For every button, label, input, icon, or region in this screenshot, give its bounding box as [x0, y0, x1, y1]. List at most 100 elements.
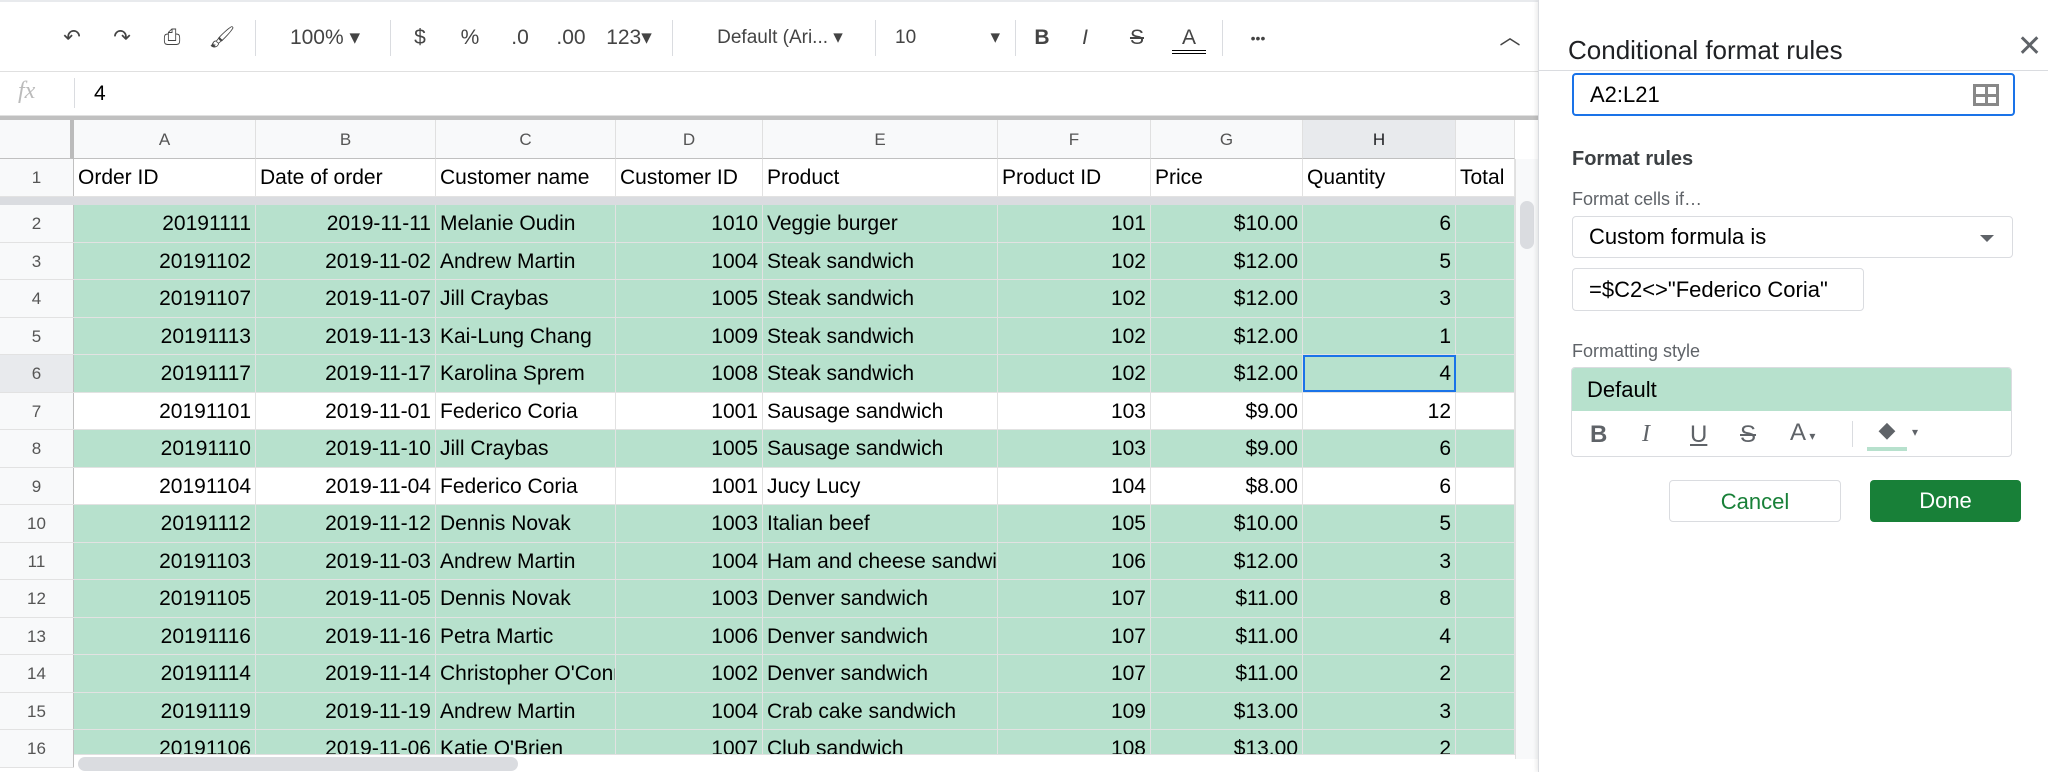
row-header[interactable]: 16	[0, 730, 74, 767]
select-range-grid-icon[interactable]	[1973, 84, 1999, 106]
column-header-f[interactable]: F	[998, 120, 1151, 159]
row-header[interactable]: 9	[0, 467, 74, 504]
cell[interactable]: 1006	[616, 617, 763, 654]
cell[interactable]: 6	[1303, 430, 1456, 467]
cell[interactable]: 20191102	[74, 242, 256, 279]
column-title[interactable]: Date of order	[256, 159, 436, 196]
cell[interactable]: $12.00	[1151, 542, 1303, 579]
cell[interactable]: 3	[1303, 280, 1456, 317]
row-header[interactable]: 12	[0, 580, 74, 617]
cell[interactable]: $11.00	[1151, 617, 1303, 654]
cell[interactable]: 1001	[616, 392, 763, 429]
cell[interactable]: Federico Coria	[436, 392, 616, 429]
column-header-a[interactable]: A	[74, 120, 256, 159]
custom-formula-input[interactable]: =$C2<>"Federico Coria"	[1572, 268, 1864, 311]
cell[interactable]: 1002	[616, 655, 763, 692]
cell[interactable]: $11.00	[1151, 580, 1303, 617]
cell[interactable]: Steak sandwich	[763, 355, 998, 392]
cell[interactable]: 20191103	[74, 542, 256, 579]
redo-icon[interactable]: ↷	[105, 20, 139, 56]
cell[interactable]: 103	[998, 430, 1151, 467]
cell[interactable]: 20191112	[74, 505, 256, 542]
cell[interactable]: 2019-11-05	[256, 580, 436, 617]
cell[interactable]: 20191119	[74, 692, 256, 729]
cell[interactable]: 2019-11-11	[256, 205, 436, 242]
row-header[interactable]: 11	[0, 542, 74, 579]
increase-decimal-button[interactable]: .00	[550, 20, 592, 56]
cell[interactable]: 12	[1303, 392, 1456, 429]
cancel-button[interactable]: Cancel	[1669, 480, 1841, 522]
cell[interactable]: 5	[1303, 242, 1456, 279]
row-header[interactable]: 6	[0, 355, 74, 392]
column-title[interactable]: Total	[1456, 159, 1515, 196]
cell[interactable]: 20191105	[74, 580, 256, 617]
zoom-select[interactable]: 100% ▾	[280, 20, 370, 56]
cell[interactable]: 109	[998, 692, 1151, 729]
cell[interactable]: $10.00	[1151, 205, 1303, 242]
cell[interactable]: 1001	[616, 467, 763, 504]
cell[interactable]: 5	[1303, 505, 1456, 542]
cell[interactable]: Andrew Martin	[436, 542, 616, 579]
cell[interactable]: 2019-11-14	[256, 655, 436, 692]
cell[interactable]	[1456, 392, 1515, 429]
collapse-chevron-icon[interactable]: ︿	[1495, 20, 1525, 56]
cell[interactable]: 20191104	[74, 467, 256, 504]
selected-cell[interactable]: 4	[1303, 355, 1456, 392]
cell[interactable]: 102	[998, 355, 1151, 392]
cell[interactable]	[1456, 505, 1515, 542]
cell[interactable]: 20191114	[74, 655, 256, 692]
row-header[interactable]: 5	[0, 317, 74, 354]
style-preview[interactable]: Default	[1572, 368, 2011, 411]
column-title[interactable]: Order ID	[74, 159, 256, 196]
cell[interactable]: Steak sandwich	[763, 280, 998, 317]
cell[interactable]: 2019-11-03	[256, 542, 436, 579]
cell[interactable]: $12.00	[1151, 355, 1303, 392]
cell[interactable]	[1456, 205, 1515, 242]
style-italic-button[interactable]: I	[1642, 421, 1650, 448]
cell[interactable]: 20191110	[74, 430, 256, 467]
cell[interactable]	[1456, 542, 1515, 579]
cell[interactable]: Melanie Oudin	[436, 205, 616, 242]
horizontal-scroll-thumb[interactable]	[78, 757, 518, 771]
style-underline-button[interactable]: U	[1690, 421, 1707, 449]
font-size-select[interactable]: 10 ▾	[895, 20, 1000, 56]
currency-button[interactable]: $	[405, 20, 435, 56]
cell[interactable]: 2019-11-13	[256, 317, 436, 354]
style-bold-button[interactable]: B	[1590, 421, 1607, 449]
number-format-select[interactable]: 123▾	[598, 20, 660, 56]
decrease-decimal-button[interactable]: .0	[500, 20, 540, 56]
strikethrough-button[interactable]: S	[1120, 20, 1154, 56]
fill-color-icon[interactable]: ◆	[1867, 417, 1907, 451]
cell[interactable]: 20191101	[74, 392, 256, 429]
cell[interactable]: 6	[1303, 467, 1456, 504]
column-title[interactable]: Quantity	[1303, 159, 1456, 196]
cell[interactable]: 2019-11-07	[256, 280, 436, 317]
cell[interactable]: 1005	[616, 430, 763, 467]
undo-icon[interactable]: ↶	[55, 20, 89, 56]
cell[interactable]	[1456, 580, 1515, 617]
cell[interactable]: 20191107	[74, 280, 256, 317]
cell[interactable]: 20191117	[74, 355, 256, 392]
cell[interactable]: $11.00	[1151, 655, 1303, 692]
cell[interactable]	[1456, 617, 1515, 654]
cell[interactable]: 105	[998, 505, 1151, 542]
cell[interactable]: Petra Martic	[436, 617, 616, 654]
column-header-b[interactable]: B	[256, 120, 436, 159]
row-header[interactable]: 13	[0, 617, 74, 654]
print-icon[interactable]: ⎙	[155, 20, 189, 56]
column-title[interactable]: Customer name	[436, 159, 616, 196]
cell[interactable]: 1008	[616, 355, 763, 392]
range-input[interactable]: A2:L21	[1572, 73, 2015, 116]
cell[interactable]: 102	[998, 242, 1151, 279]
style-text-color-button[interactable]: A ▾	[1790, 419, 1815, 447]
cell[interactable]: 107	[998, 655, 1151, 692]
row-header[interactable]: 7	[0, 392, 74, 429]
cell[interactable]: 1004	[616, 692, 763, 729]
cell[interactable]: Denver sandwich	[763, 617, 998, 654]
row-header[interactable]: 15	[0, 692, 74, 729]
column-title[interactable]: Product ID	[998, 159, 1151, 196]
column-header-d[interactable]: D	[616, 120, 763, 159]
percent-button[interactable]: %	[455, 20, 485, 56]
cell[interactable]: 20191113	[74, 317, 256, 354]
column-header-h[interactable]: H	[1303, 120, 1456, 159]
